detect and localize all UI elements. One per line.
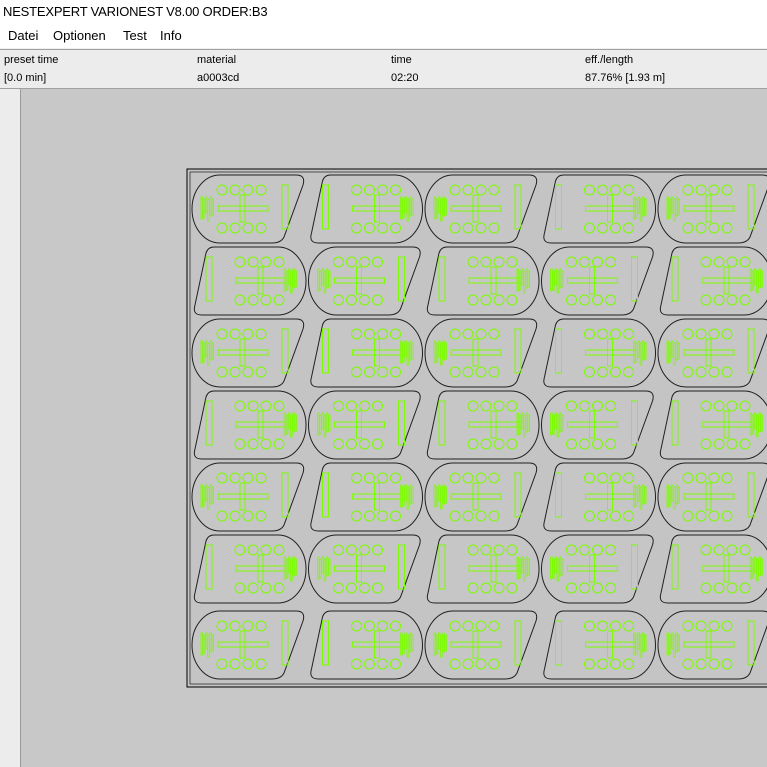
preset-time-value: [0.0 min]	[4, 72, 47, 84]
nested-part	[657, 610, 767, 680]
nested-part	[426, 534, 540, 604]
menu-optionen[interactable]: Optionen	[53, 28, 106, 43]
nested-part	[310, 462, 423, 532]
menu-test[interactable]: Test	[123, 28, 147, 43]
nesting-layout[interactable]	[21, 89, 767, 767]
nested-part	[543, 318, 656, 388]
nesting-canvas[interactable]	[20, 89, 767, 767]
status-material: material a0003cd	[197, 53, 239, 86]
time-value: 02:20	[391, 72, 419, 84]
menu-bar: Datei Optionen Test Info	[0, 24, 767, 48]
efficiency-header: eff./length	[585, 54, 634, 66]
material-header: material	[197, 54, 237, 66]
nested-part	[310, 610, 423, 680]
material-value: a0003cd	[197, 72, 240, 84]
left-panel	[0, 89, 20, 767]
nested-part	[426, 246, 540, 316]
status-efficiency: eff./length 87.76% [1.93 m]	[585, 53, 665, 86]
time-header: time	[391, 54, 412, 66]
nested-part	[426, 390, 540, 460]
efficiency-value: 87.76% [1.93 m]	[585, 72, 666, 84]
status-bar: preset time [0.0 min] material a0003cd t…	[0, 49, 767, 89]
nested-part	[193, 534, 307, 604]
title-bar: NESTEXPERT VARIONEST V8.00 ORDER:B3	[0, 0, 767, 24]
nested-part	[543, 174, 656, 244]
nested-part	[659, 390, 767, 460]
nested-part	[543, 610, 656, 680]
status-time: time 02:20	[391, 53, 419, 86]
nested-part	[657, 318, 767, 388]
nested-part	[659, 246, 767, 316]
status-preset-time: preset time [0.0 min]	[4, 53, 58, 86]
nested-part	[543, 462, 656, 532]
nested-part	[659, 534, 767, 604]
window-title: NESTEXPERT VARIONEST V8.00 ORDER:B3	[3, 4, 268, 19]
preset-time-header: preset time	[4, 54, 59, 66]
nested-part	[657, 462, 767, 532]
menu-datei[interactable]: Datei	[8, 28, 38, 43]
menu-info[interactable]: Info	[160, 28, 182, 43]
nested-part	[193, 246, 307, 316]
nested-part	[310, 318, 423, 388]
nested-part	[193, 390, 307, 460]
nested-part	[657, 174, 767, 244]
nested-part	[310, 174, 423, 244]
